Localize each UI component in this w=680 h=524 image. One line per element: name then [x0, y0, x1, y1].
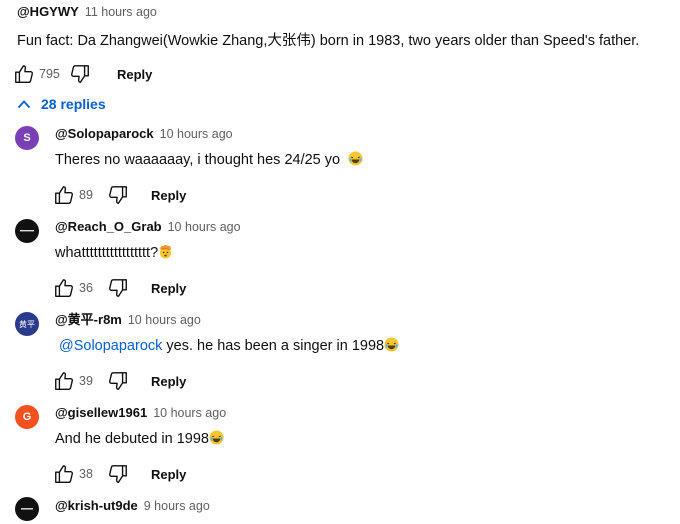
- comment-header: @gisellew1961 10 hours ago: [55, 405, 226, 421]
- comment-author[interactable]: @Solopaparock: [55, 126, 154, 142]
- exploding-head-emoji-icon: [158, 244, 173, 259]
- reply-comment: @krish-ut9de 9 hours ago: [55, 498, 210, 514]
- like-count: 795: [39, 67, 60, 81]
- chevron-up-icon: [17, 96, 31, 112]
- comment-timestamp[interactable]: 9 hours ago: [144, 498, 210, 514]
- avatar-logo-icon: [20, 230, 34, 232]
- mention-link[interactable]: @Solopaparock: [59, 338, 162, 354]
- thumbs-up-icon[interactable]: [53, 184, 75, 206]
- reply-comment: @gisellew1961 10 hours ago And he debute…: [55, 405, 226, 486]
- replies-count-label: 28 replies: [41, 96, 106, 112]
- thumbs-up-icon[interactable]: [13, 63, 35, 85]
- avatar-letter: 黄平: [19, 319, 35, 329]
- avatar-logo-icon: [21, 508, 33, 510]
- comment-text-line: Theres no waaaaaay, i thought hes 24/25 …: [55, 151, 363, 169]
- laughing-emoji-icon: [348, 151, 363, 166]
- reply-button[interactable]: Reply: [151, 281, 186, 296]
- top-comment: @HGYWY 11 hours ago Fun fact: Da Zhangwe…: [15, 4, 640, 86]
- avatar-letter: S: [23, 132, 31, 144]
- comment-text-line: @Solopaparock yes. he has been a singer …: [59, 337, 399, 355]
- thumbs-down-icon[interactable]: [107, 277, 129, 299]
- comment-header: @Reach_O_Grab 10 hours ago: [55, 219, 241, 235]
- comment-actions: 39 Reply: [53, 369, 399, 393]
- thumbs-down-icon[interactable]: [107, 370, 129, 392]
- comment-header: @Solopaparock 10 hours ago: [55, 126, 363, 142]
- comment-text: whattttttttttttttttt?: [55, 245, 159, 261]
- comment-text-line: And he debuted in 1998: [55, 430, 226, 448]
- comment-timestamp[interactable]: 10 hours ago: [160, 126, 233, 142]
- thumbs-down-icon[interactable]: [107, 463, 129, 485]
- thumbs-down-icon[interactable]: [69, 63, 91, 85]
- comment-text-line: whattttttttttttttttt?: [55, 244, 241, 262]
- reply-button[interactable]: Reply: [117, 67, 152, 82]
- comment-author[interactable]: @gisellew1961: [55, 405, 147, 421]
- avatar[interactable]: S: [15, 126, 39, 150]
- thumbs-down-icon[interactable]: [107, 184, 129, 206]
- comment-header: @krish-ut9de 9 hours ago: [55, 498, 210, 514]
- thumbs-up-icon[interactable]: [53, 277, 75, 299]
- avatar[interactable]: 黄平: [15, 312, 39, 336]
- comment-actions: 89 Reply: [53, 183, 363, 207]
- thumbs-up-icon[interactable]: [53, 463, 75, 485]
- reply-comment: @黄平-r8m 10 hours ago @Solopaparock yes. …: [55, 312, 399, 393]
- reply-comment: @Reach_O_Grab 10 hours ago whatttttttttt…: [55, 219, 241, 300]
- like-count: 39: [79, 374, 93, 388]
- avatar[interactable]: [15, 219, 39, 243]
- comment-text: Theres no waaaaaay, i thought hes 24/25 …: [55, 152, 341, 168]
- comment-timestamp[interactable]: 10 hours ago: [153, 405, 226, 421]
- replies-toggle-button[interactable]: 28 replies: [17, 96, 106, 112]
- like-count: 36: [79, 281, 93, 295]
- avatar-letter: G: [22, 411, 32, 423]
- comment-text: Fun fact: Da Zhangwei(Wowkie Zhang,大张伟) …: [17, 33, 640, 49]
- comment-actions: 795 Reply: [13, 62, 639, 86]
- reply-comment: @Solopaparock 10 hours ago Theres no waa…: [55, 126, 363, 207]
- comment-actions: 36 Reply: [53, 276, 241, 300]
- laughing-emoji-icon: [384, 337, 399, 352]
- like-count: 89: [79, 188, 93, 202]
- reply-button[interactable]: Reply: [151, 374, 186, 389]
- comment-author[interactable]: @Reach_O_Grab: [55, 219, 162, 235]
- comment-header: @HGYWY 11 hours ago: [17, 4, 639, 20]
- thumbs-up-icon[interactable]: [53, 370, 75, 392]
- comment-timestamp[interactable]: 10 hours ago: [128, 312, 201, 328]
- comment-author[interactable]: @黄平-r8m: [55, 312, 122, 328]
- comment-timestamp[interactable]: 10 hours ago: [168, 219, 241, 235]
- comment-author[interactable]: @HGYWY: [17, 4, 79, 20]
- reply-button[interactable]: Reply: [151, 188, 186, 203]
- comment-header: @黄平-r8m 10 hours ago: [55, 312, 399, 328]
- avatar[interactable]: [15, 497, 39, 521]
- avatar[interactable]: G: [15, 405, 39, 429]
- laughing-emoji-icon: [209, 430, 224, 445]
- comment-text: And he debuted in 1998: [55, 431, 209, 447]
- reply-button[interactable]: Reply: [151, 467, 186, 482]
- comment-author[interactable]: @krish-ut9de: [55, 498, 138, 514]
- comment-actions: 38 Reply: [53, 462, 226, 486]
- like-count: 38: [79, 467, 93, 481]
- comment-text: yes. he has been a singer in 1998: [166, 338, 385, 354]
- comment-timestamp[interactable]: 11 hours ago: [85, 4, 157, 20]
